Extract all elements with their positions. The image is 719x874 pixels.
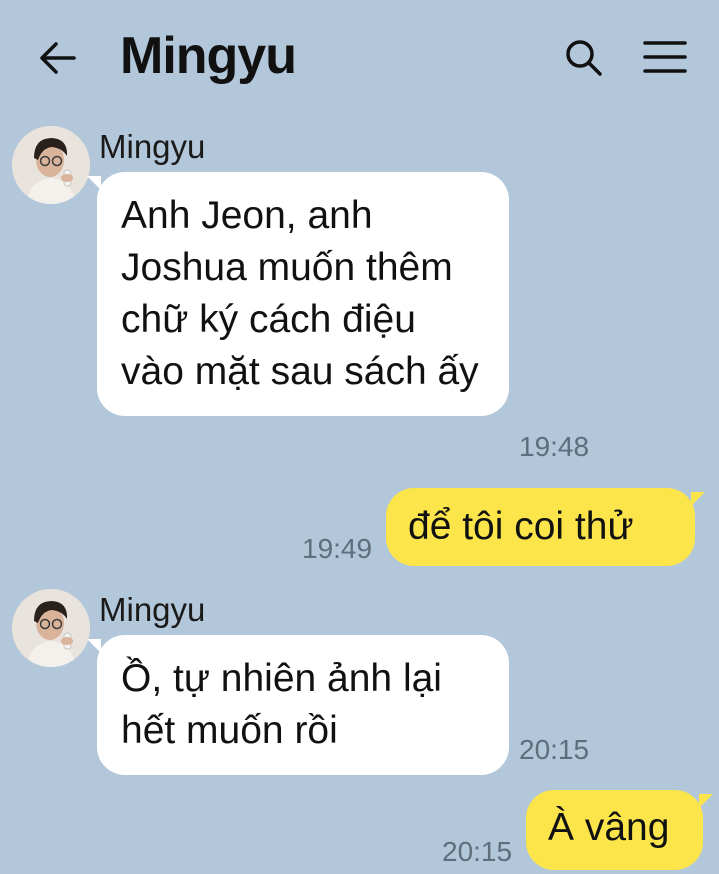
sender-name: Mingyu (99, 591, 206, 628)
search-icon (566, 40, 602, 76)
message-bubble[interactable]: Anh Jeon, anh Joshua muốn thêm chữ ký cá… (87, 172, 509, 416)
chat-header: Mingyu (0, 0, 719, 115)
message-time: 19:49 (302, 533, 373, 564)
chat-title: Mingyu (120, 27, 297, 85)
message-time: 20:15 (442, 836, 513, 867)
sender-name: Mingyu (99, 128, 206, 165)
search-button[interactable] (562, 36, 606, 80)
message-bubble[interactable]: để tôi coi thử (386, 488, 705, 566)
menu-button[interactable] (640, 36, 690, 80)
hamburger-menu-icon (643, 41, 687, 73)
avatar-photo (12, 589, 90, 667)
message-time: 20:15 (519, 734, 590, 765)
arrow-left-icon (40, 42, 76, 74)
avatar-photo (12, 126, 90, 204)
message-time: 19:48 (519, 431, 590, 462)
message-bubble[interactable]: À vâng (526, 790, 713, 870)
sender-avatar[interactable] (12, 589, 90, 667)
back-button[interactable] (36, 36, 80, 80)
message-bubble[interactable]: Ồ, tự nhiên ảnh lại hết muốn rồi (87, 635, 509, 775)
sender-avatar[interactable] (12, 126, 90, 204)
